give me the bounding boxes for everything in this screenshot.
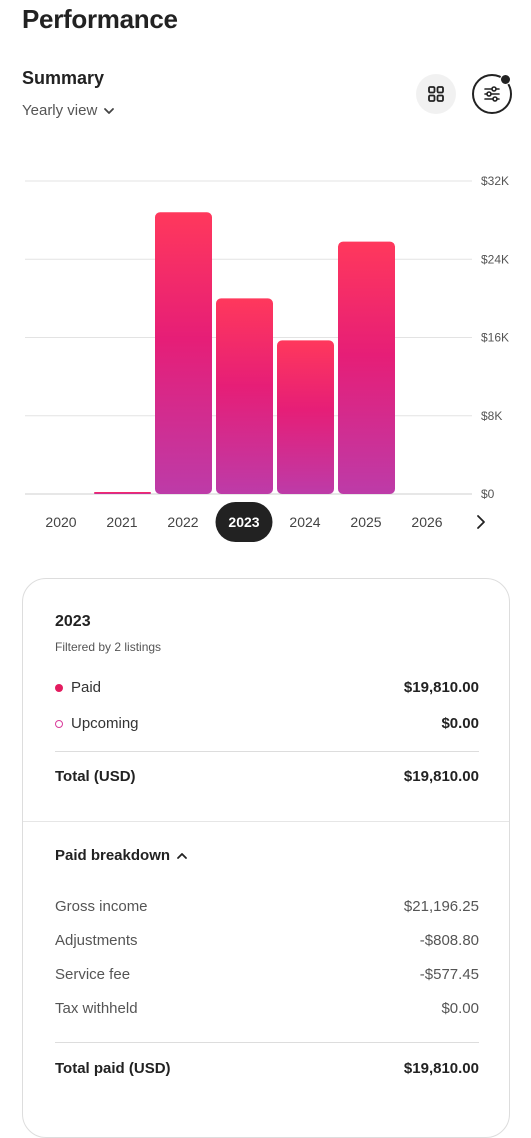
- chevron-down-icon: [104, 107, 115, 114]
- paid-value: $19,810.00: [403, 679, 479, 696]
- summary-card: 2023 Filtered by 2 listings Paid $19,810…: [22, 578, 510, 1138]
- listings-filter-note: Filtered by 2 listings: [55, 640, 162, 654]
- bar-2025[interactable]: [338, 241, 395, 494]
- year-tab-2021[interactable]: 2021: [93, 502, 151, 542]
- view-selector-label: Yearly view: [22, 102, 98, 119]
- paid-row: Paid $19,810.00: [55, 679, 479, 696]
- paid-legend-dot: [55, 683, 63, 692]
- upcoming-legend-dot: [55, 719, 63, 728]
- breakdown-value: -$808.80: [419, 932, 479, 949]
- y-tick-label: $0: [481, 487, 495, 500]
- upcoming-label: Upcoming: [71, 715, 139, 732]
- year-tab-2020[interactable]: 2020: [32, 502, 90, 542]
- breakdown-label: Gross income: [55, 898, 148, 915]
- total-value: $19,810.00: [403, 768, 479, 785]
- paid-breakdown-label: Paid breakdown: [55, 847, 171, 864]
- year-tab-2026[interactable]: 2026: [398, 502, 456, 542]
- divider: [55, 751, 479, 752]
- total-row: Total (USD) $19,810.00: [55, 768, 479, 785]
- year-tab-2025[interactable]: 2025: [337, 502, 395, 542]
- bar-2023[interactable]: [216, 298, 273, 494]
- breakdown-row-gross-income: Gross income $21,196.25: [55, 898, 479, 915]
- bar-2022[interactable]: [155, 212, 212, 495]
- breakdown-label: Adjustments: [55, 932, 138, 949]
- year-selector: 2020 2021 2022 2023 2024 2025 2026: [0, 502, 531, 542]
- section-divider: [23, 821, 509, 822]
- view-selector[interactable]: Yearly view: [22, 102, 115, 119]
- year-tab-2022[interactable]: 2022: [154, 502, 212, 542]
- breakdown-value: -$577.45: [419, 966, 479, 983]
- breakdown-value: $0.00: [441, 1000, 479, 1017]
- breakdown-row-service-fee: Service fee -$577.45: [55, 966, 479, 983]
- grid-view-button[interactable]: [416, 74, 456, 114]
- breakdown-row-tax-withheld: Tax withheld $0.00: [55, 1000, 479, 1017]
- grid-icon: [428, 86, 444, 102]
- upcoming-value: $0.00: [441, 715, 479, 732]
- y-tick-label: $24K: [481, 252, 509, 266]
- total-paid-label: Total paid (USD): [55, 1060, 171, 1077]
- breakdown-label: Service fee: [55, 966, 131, 983]
- paid-breakdown-toggle[interactable]: Paid breakdown: [55, 847, 188, 864]
- filter-sliders-icon: [484, 86, 500, 102]
- y-tick-label: $16K: [481, 331, 509, 345]
- upcoming-row: Upcoming $0.00: [55, 715, 479, 732]
- y-tick-label: $8K: [481, 409, 502, 423]
- year-tab-2023[interactable]: 2023: [215, 502, 273, 542]
- bar-2024[interactable]: [277, 340, 334, 494]
- total-label: Total (USD): [55, 768, 136, 785]
- breakdown-value: $21,196.25: [403, 898, 479, 915]
- total-paid-row: Total paid (USD) $19,810.00: [55, 1060, 479, 1077]
- card-year: 2023: [55, 613, 91, 630]
- chevron-right-icon[interactable]: [472, 512, 490, 532]
- earnings-bar-chart: $0 $8K $16K $24K $32K: [25, 174, 509, 500]
- breakdown-label: Tax withheld: [55, 1000, 138, 1017]
- page-title: Performance: [22, 4, 178, 34]
- divider: [55, 1042, 479, 1043]
- total-paid-value: $19,810.00: [403, 1060, 479, 1077]
- paid-label: Paid: [71, 679, 102, 696]
- breakdown-row-adjustments: Adjustments -$808.80: [55, 932, 479, 949]
- chevron-up-icon: [177, 852, 187, 859]
- y-tick-label: $32K: [481, 174, 509, 188]
- year-tab-2024[interactable]: 2024: [276, 502, 334, 542]
- filter-active-indicator: [500, 74, 511, 85]
- bar-2021[interactable]: [94, 492, 151, 494]
- summary-title: Summary: [22, 68, 105, 88]
